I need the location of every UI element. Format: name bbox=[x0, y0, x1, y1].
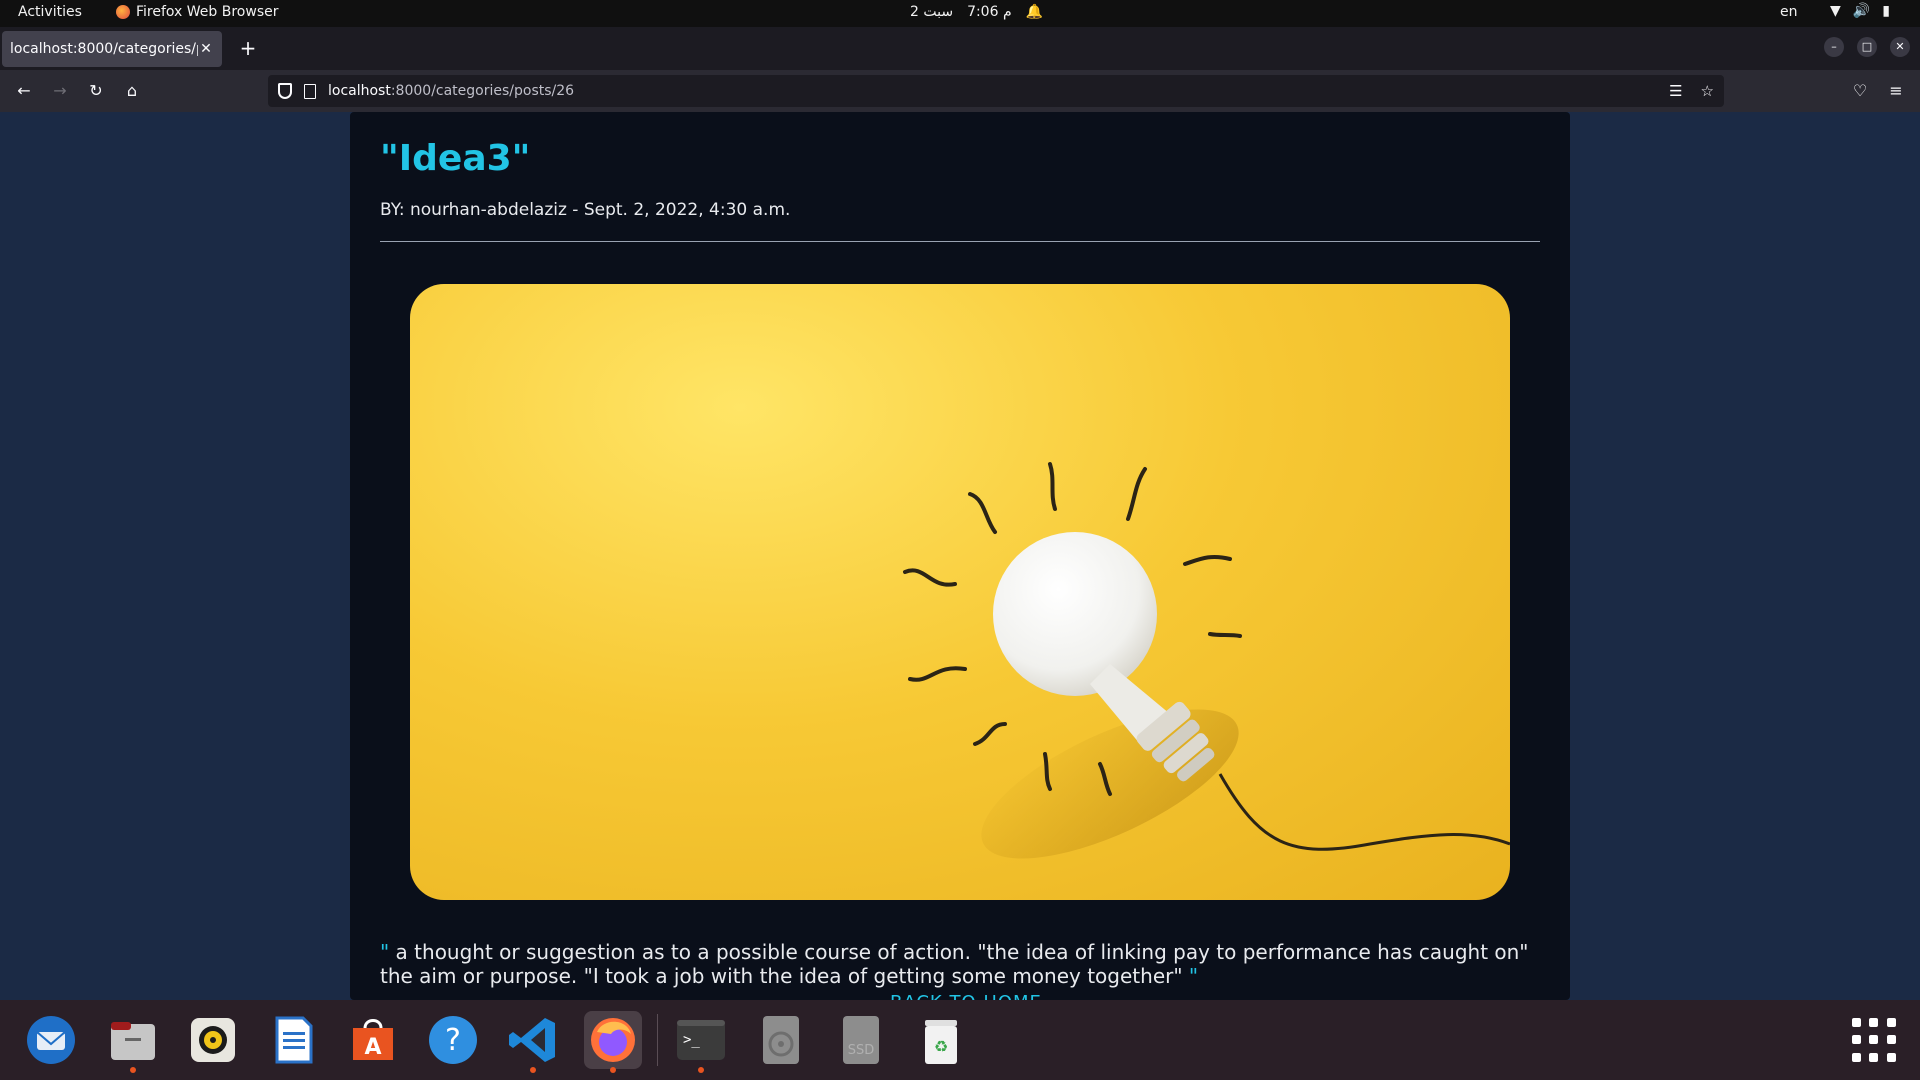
lightbulb-illustration bbox=[903, 462, 1510, 859]
system-top-bar: Activities Firefox Web Browser 2 سبت 7:0… bbox=[0, 0, 1920, 27]
thunderbird-icon[interactable] bbox=[22, 1011, 80, 1069]
dock: A ? >_ SSD ♻ bbox=[0, 1000, 1920, 1080]
close-window-button[interactable]: ✕ bbox=[1890, 37, 1910, 57]
bookmark-star-icon[interactable]: ☆ bbox=[1701, 82, 1714, 100]
quote-close: " bbox=[1188, 964, 1199, 988]
post-byline: BY: nourhan-abdelaziz - Sept. 2, 2022, 4… bbox=[380, 200, 791, 220]
running-indicator bbox=[610, 1067, 616, 1073]
battery-icon: ▮ bbox=[1882, 3, 1890, 19]
back-button[interactable]: ← bbox=[12, 79, 36, 103]
post-card: "Idea3" BY: nourhan-abdelaziz - Sept. 2,… bbox=[350, 112, 1570, 1000]
bell-icon: 🔔 bbox=[1025, 4, 1044, 20]
firefox-icon[interactable] bbox=[584, 1011, 642, 1073]
app-menu-label: Firefox Web Browser bbox=[136, 4, 279, 20]
quote-open: " bbox=[380, 940, 390, 964]
tab-strip: localhost:8000/categories/p ✕ + – □ ✕ bbox=[0, 27, 1920, 70]
navigation-bar: ← → ↻ ⌂ localhost:8000/categories/posts/… bbox=[0, 70, 1920, 112]
help-icon[interactable]: ? bbox=[424, 1011, 482, 1069]
software-center-icon[interactable]: A bbox=[344, 1011, 402, 1069]
minimize-button[interactable]: – bbox=[1824, 37, 1844, 57]
dock-separator bbox=[657, 1014, 658, 1066]
restore-button[interactable]: □ bbox=[1857, 37, 1877, 57]
svg-text:?: ? bbox=[445, 1023, 461, 1058]
new-tab-button[interactable]: + bbox=[236, 37, 260, 61]
disk-icon[interactable] bbox=[752, 1011, 810, 1069]
url-host: localhost bbox=[328, 83, 391, 99]
running-indicator bbox=[530, 1067, 536, 1073]
volume-icon: 🔊 bbox=[1852, 3, 1871, 19]
vscode-icon[interactable] bbox=[504, 1011, 562, 1073]
svg-text:♻: ♻ bbox=[934, 1037, 948, 1056]
svg-text:SSD: SSD bbox=[848, 1043, 875, 1058]
clock-date: 2 سبت bbox=[910, 4, 954, 20]
system-tray[interactable]: ▼ 🔊 ▮ bbox=[1830, 3, 1890, 19]
page-icon[interactable] bbox=[304, 83, 316, 99]
back-to-home-link[interactable]: BACK TO HOME bbox=[890, 992, 1042, 1000]
app-menu[interactable]: Firefox Web Browser bbox=[116, 4, 279, 20]
language-indicator[interactable]: en bbox=[1780, 4, 1798, 20]
trash-icon[interactable]: ♻ bbox=[912, 1011, 970, 1069]
reader-view-icon[interactable]: ☰ bbox=[1669, 82, 1682, 100]
forward-button[interactable]: → bbox=[48, 79, 72, 103]
post-body-text: a thought or suggestion as to a possible… bbox=[380, 940, 1529, 988]
page-viewport: "Idea3" BY: nourhan-abdelaziz - Sept. 2,… bbox=[0, 112, 1920, 1000]
post-image bbox=[410, 284, 1510, 900]
wifi-icon: ▼ bbox=[1830, 3, 1841, 19]
home-button[interactable]: ⌂ bbox=[120, 79, 144, 103]
rhythmbox-icon[interactable] bbox=[184, 1011, 242, 1069]
clock-time: 7:06 م bbox=[967, 4, 1012, 20]
svg-text:>_: >_ bbox=[683, 1032, 700, 1048]
shield-icon[interactable] bbox=[278, 83, 292, 99]
post-body: " a thought or suggestion as to a possib… bbox=[380, 940, 1550, 988]
ssd-icon[interactable]: SSD bbox=[832, 1011, 890, 1069]
clock[interactable]: 2 سبت 7:06 م 🔔 bbox=[910, 4, 1043, 20]
show-applications-button[interactable] bbox=[1852, 1018, 1896, 1062]
browser-tab[interactable]: localhost:8000/categories/p ✕ bbox=[2, 31, 222, 67]
url-path: :8000/categories/posts/26 bbox=[390, 83, 575, 99]
files-icon[interactable] bbox=[104, 1011, 162, 1073]
tab-title: localhost:8000/categories/p bbox=[10, 41, 198, 57]
reload-button[interactable]: ↻ bbox=[84, 79, 108, 103]
running-indicator bbox=[698, 1067, 704, 1073]
activities-button[interactable]: Activities bbox=[18, 4, 82, 20]
divider bbox=[380, 241, 1540, 242]
hamburger-menu-icon[interactable]: ≡ bbox=[1884, 79, 1908, 103]
pocket-icon[interactable]: ♡ bbox=[1848, 79, 1872, 103]
url-bar[interactable]: localhost:8000/categories/posts/26 ☰ ☆ bbox=[268, 75, 1724, 107]
libreoffice-writer-icon[interactable] bbox=[264, 1011, 322, 1069]
svg-text:A: A bbox=[364, 1035, 381, 1060]
post-title: "Idea3" bbox=[380, 138, 531, 179]
firefox-small-icon bbox=[116, 5, 130, 19]
close-icon[interactable]: ✕ bbox=[198, 41, 214, 57]
terminal-icon[interactable]: >_ bbox=[672, 1011, 730, 1073]
running-indicator bbox=[130, 1067, 136, 1073]
